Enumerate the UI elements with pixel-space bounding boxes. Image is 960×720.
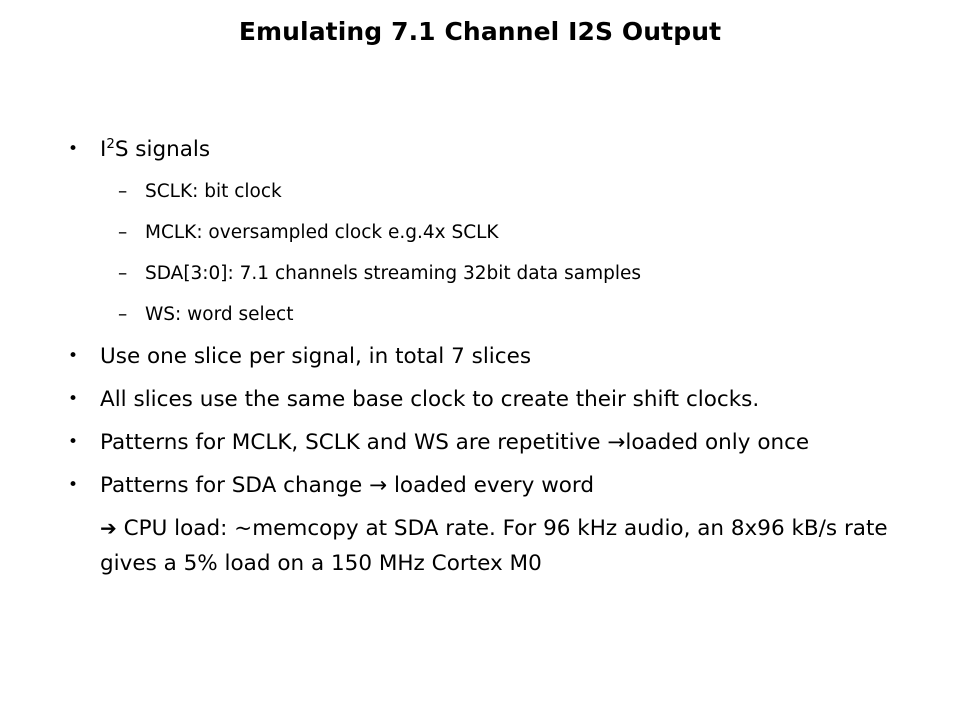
dash-marker: –: [118, 263, 128, 284]
list-item-label: All slices use the same base clock to cr…: [100, 387, 760, 412]
list-item: • All slices use the same base clock to …: [0, 378, 960, 421]
list-item-label: SDA[3:0]: 7.1 channels streaming 32bit d…: [145, 263, 641, 284]
list-item-text-part: S signals: [114, 137, 211, 162]
heavy-arrow-icon: ➔: [100, 516, 117, 540]
bullet-marker: •: [68, 475, 79, 495]
dash-marker: –: [118, 222, 128, 243]
closing-paragraph-text: CPU load: ~memcopy at SDA rate. For 96 k…: [100, 516, 888, 576]
closing-paragraph: ➔ CPU load: ~memcopy at SDA rate. For 96…: [0, 511, 960, 581]
list-item-label: Use one slice per signal, in total 7 sli…: [100, 344, 532, 369]
list-item: – WS: word select: [0, 294, 960, 335]
bullet-marker: •: [68, 139, 79, 159]
list-item: – SDA[3:0]: 7.1 channels streaming 32bit…: [0, 253, 960, 294]
list-item: – MCLK: oversampled clock e.g.4x SCLK: [0, 212, 960, 253]
list-item: • Patterns for MCLK, SCLK and WS are rep…: [0, 421, 960, 464]
list-item: • I2S signals: [0, 128, 960, 171]
list-item-label: SCLK: bit clock: [145, 181, 282, 202]
list-item: – SCLK: bit clock: [0, 171, 960, 212]
dash-marker: –: [118, 181, 128, 202]
slide: Emulating 7.1 Channel I2S Output • I2S s…: [0, 0, 960, 720]
bullet-marker: •: [68, 346, 79, 366]
bullet-marker: •: [68, 432, 79, 452]
superscript-two: 2: [106, 136, 115, 152]
list-item: • Patterns for SDA change → loaded every…: [0, 464, 960, 507]
page-title: Emulating 7.1 Channel I2S Output: [238, 17, 722, 46]
bullet-marker: •: [68, 389, 79, 409]
list-item-label: Patterns for MCLK, SCLK and WS are repet…: [100, 430, 810, 455]
slide-body: • I2S signals – SCLK: bit clock – MCLK: …: [0, 128, 960, 581]
list-item: • Use one slice per signal, in total 7 s…: [0, 335, 960, 378]
list-item-label: MCLK: oversampled clock e.g.4x SCLK: [145, 222, 499, 243]
dash-marker: –: [118, 304, 128, 325]
list-item-label: WS: word select: [145, 304, 294, 325]
list-item-label: Patterns for SDA change → loaded every w…: [100, 473, 595, 498]
list-item-label: I2S signals: [100, 137, 210, 162]
